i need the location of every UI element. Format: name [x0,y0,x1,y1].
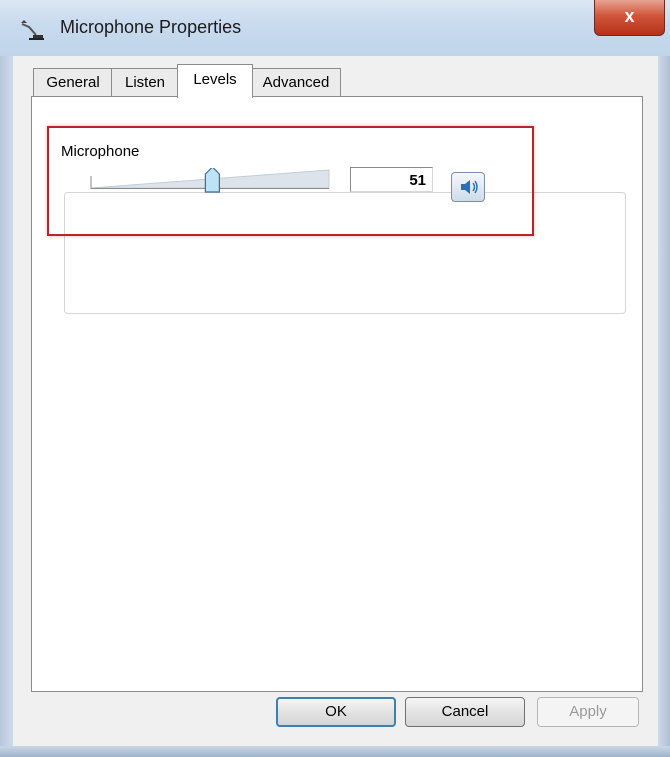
slider-thumb[interactable] [204,168,220,193]
window-frame-right [658,56,670,746]
close-icon: x [624,6,635,26]
level-value-field[interactable]: 51 [350,167,433,192]
window-title: Microphone Properties [60,17,242,37]
dialog-client-area: General Listen Levels Advanced Microphon… [13,56,658,746]
microphone-properties-window: Microphone Properties x General Listen L… [0,0,670,757]
tab-levels[interactable]: Levels [177,64,253,98]
microphone-group-label: Microphone [58,143,143,160]
apply-button[interactable]: Apply [537,697,639,727]
microphone-icon [21,20,44,40]
microphone-level-slider[interactable] [89,168,333,218]
title-bar[interactable]: Microphone Properties x [0,0,670,56]
speaker-icon [461,180,478,194]
mute-toggle-button[interactable] [451,172,485,202]
tab-general[interactable]: General [33,68,113,97]
window-frame-bottom [0,746,670,757]
tab-advanced[interactable]: Advanced [251,68,341,97]
close-button[interactable]: x [594,0,665,36]
ok-button[interactable]: OK [276,697,396,727]
window-frame-left [0,56,13,746]
tab-listen[interactable]: Listen [111,68,179,97]
cancel-button[interactable]: Cancel [405,697,525,727]
